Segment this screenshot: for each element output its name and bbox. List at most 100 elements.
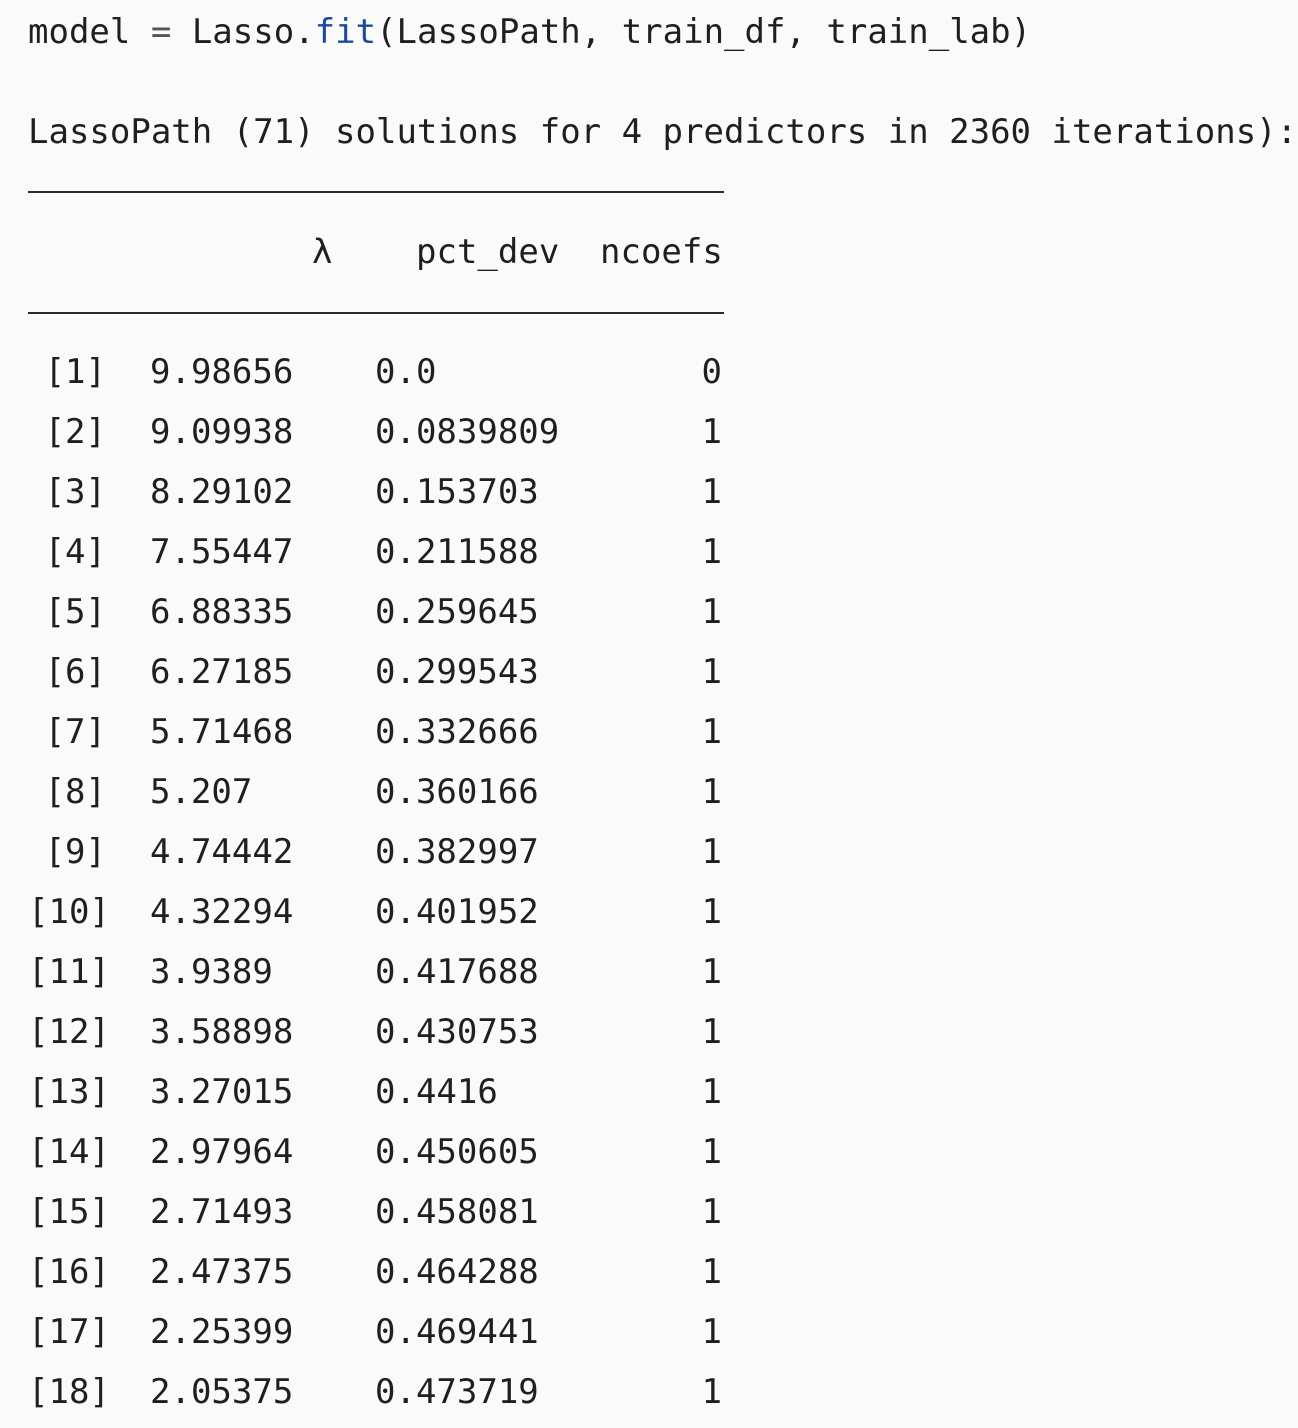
row-pct-dev-value: 0.299543 <box>375 652 539 692</box>
row-lambda-value: 6.27185 <box>150 652 294 692</box>
row-lambda-value: 5.71468 <box>150 712 294 752</box>
row-pct-dev-value: 0.401952 <box>375 892 539 932</box>
row-lambda-value: 8.29102 <box>150 472 294 512</box>
table-row: [11] 3.9389 0.417688 1 <box>0 948 760 1008</box>
output-summary-text: LassoPath (71) solutions for 4 predictor… <box>28 112 1298 152</box>
row-ncoefs-value: 1 <box>701 412 722 452</box>
row-lambda-value: 9.09938 <box>150 412 294 452</box>
row-index: [8] <box>44 772 106 812</box>
row-index: [15] <box>28 1192 110 1232</box>
row-lambda-value: 2.25399 <box>150 1312 294 1352</box>
row-ncoefs-value: 1 <box>701 1012 722 1052</box>
row-lambda-value: 3.9389 <box>150 952 273 992</box>
row-pct-dev-value: 0.382997 <box>375 832 539 872</box>
row-index: [9] <box>44 832 106 872</box>
row-lambda-value: 4.74442 <box>150 832 294 872</box>
table-row: [7] 5.71468 0.332666 1 <box>0 708 760 768</box>
row-pct-dev-value: 0.469441 <box>375 1312 539 1352</box>
table-row: [9] 4.74442 0.382997 1 <box>0 828 760 888</box>
row-pct-dev-value: 0.360166 <box>375 772 539 812</box>
table-row: [13] 3.27015 0.4416 1 <box>0 1068 760 1128</box>
row-index: [17] <box>28 1312 110 1352</box>
row-lambda-value: 2.05375 <box>150 1372 294 1412</box>
row-lambda-value: 7.55447 <box>150 532 294 572</box>
row-index: [11] <box>28 952 110 992</box>
row-index: [5] <box>44 592 106 632</box>
code-variable: model <box>28 12 131 52</box>
table-row: [3] 8.29102 0.153703 1 <box>0 468 760 528</box>
row-pct-dev-value: 0.259645 <box>375 592 539 632</box>
row-ncoefs-value: 1 <box>701 1072 722 1112</box>
table-row: [5] 6.88335 0.259645 1 <box>0 588 760 648</box>
row-ncoefs-value: 1 <box>701 1132 722 1172</box>
row-ncoefs-value: 1 <box>701 652 722 692</box>
code-assign-operator: = <box>150 12 172 52</box>
table-row: [14] 2.97964 0.450605 1 <box>0 1128 760 1188</box>
row-pct-dev-value: 0.417688 <box>375 952 539 992</box>
row-pct-dev-value: 0.153703 <box>375 472 539 512</box>
row-lambda-value: 3.58898 <box>150 1012 294 1052</box>
row-ncoefs-value: 1 <box>701 532 722 572</box>
row-pct-dev-value: 0.332666 <box>375 712 539 752</box>
row-index: [4] <box>44 532 106 572</box>
row-pct-dev-value: 0.430753 <box>375 1012 539 1052</box>
column-header-ncoefs: ncoefs <box>600 232 723 272</box>
table-row: [4] 7.55447 0.211588 1 <box>0 528 760 588</box>
code-object: Lasso. <box>191 12 315 52</box>
row-ncoefs-value: 1 <box>701 1372 722 1412</box>
table-row: [15] 2.71493 0.458081 1 <box>0 1188 760 1248</box>
column-header-pct-dev: pct_dev <box>416 232 560 272</box>
column-header-lambda: λ <box>312 232 333 272</box>
row-ncoefs-value: 0 <box>701 352 722 392</box>
table-row: [16] 2.47375 0.464288 1 <box>0 1248 760 1308</box>
row-pct-dev-value: 0.211588 <box>375 532 539 572</box>
code-input-line[interactable]: model = Lasso.fit(LassoPath, train_df, t… <box>28 8 1031 56</box>
row-lambda-value: 2.71493 <box>150 1192 294 1232</box>
row-index: [10] <box>28 892 110 932</box>
row-index: [2] <box>44 412 106 452</box>
table-header-rule <box>28 312 724 314</box>
row-lambda-value: 5.207 <box>150 772 253 812</box>
row-ncoefs-value: 1 <box>701 892 722 932</box>
row-ncoefs-value: 1 <box>701 1312 722 1352</box>
table-row: [10] 4.32294 0.401952 1 <box>0 888 760 948</box>
row-pct-dev-value: 0.4416 <box>375 1072 498 1112</box>
row-pct-dev-value: 0.0839809 <box>375 412 560 452</box>
row-pct-dev-value: 0.450605 <box>375 1132 539 1172</box>
table-row: [18] 2.05375 0.473719 1 <box>0 1368 760 1428</box>
code-function-name: fit <box>314 12 377 52</box>
output-table-body: [1] 9.98656 0.0 0 [2] 9.09938 0.0839809 1 [3] 8.2… <box>0 348 760 1428</box>
table-row: [2] 9.09938 0.0839809 1 <box>0 408 760 468</box>
row-index: [13] <box>28 1072 110 1112</box>
table-top-rule <box>28 191 724 193</box>
row-lambda-value: 6.88335 <box>150 592 294 632</box>
row-ncoefs-value: 1 <box>701 592 722 632</box>
row-lambda-value: 4.32294 <box>150 892 294 932</box>
row-lambda-value: 2.97964 <box>150 1132 294 1172</box>
row-ncoefs-value: 1 <box>701 472 722 512</box>
row-index: [6] <box>44 652 106 692</box>
row-pct-dev-value: 0.458081 <box>375 1192 539 1232</box>
row-ncoefs-value: 1 <box>701 832 722 872</box>
row-index: [18] <box>28 1372 110 1412</box>
row-ncoefs-value: 1 <box>701 1192 722 1232</box>
table-row: [6] 6.27185 0.299543 1 <box>0 648 760 708</box>
row-index: [3] <box>44 472 106 512</box>
row-index: [1] <box>44 352 106 392</box>
table-row: [17] 2.25399 0.469441 1 <box>0 1308 760 1368</box>
row-pct-dev-value: 0.464288 <box>375 1252 539 1292</box>
row-ncoefs-value: 1 <box>701 1252 722 1292</box>
row-pct-dev-value: 0.473719 <box>375 1372 539 1412</box>
row-index: [12] <box>28 1012 110 1052</box>
row-ncoefs-value: 1 <box>701 712 722 752</box>
row-ncoefs-value: 1 <box>701 772 722 812</box>
row-lambda-value: 9.98656 <box>150 352 294 392</box>
row-ncoefs-value: 1 <box>701 952 722 992</box>
row-index: [16] <box>28 1252 110 1292</box>
row-index: [14] <box>28 1132 110 1172</box>
row-index: [7] <box>44 712 106 752</box>
row-pct-dev-value: 0.0 <box>375 352 437 392</box>
table-row: [12] 3.58898 0.430753 1 <box>0 1008 760 1068</box>
table-row: [1] 9.98656 0.0 0 <box>0 348 760 408</box>
table-row: [8] 5.207 0.360166 1 <box>0 768 760 828</box>
